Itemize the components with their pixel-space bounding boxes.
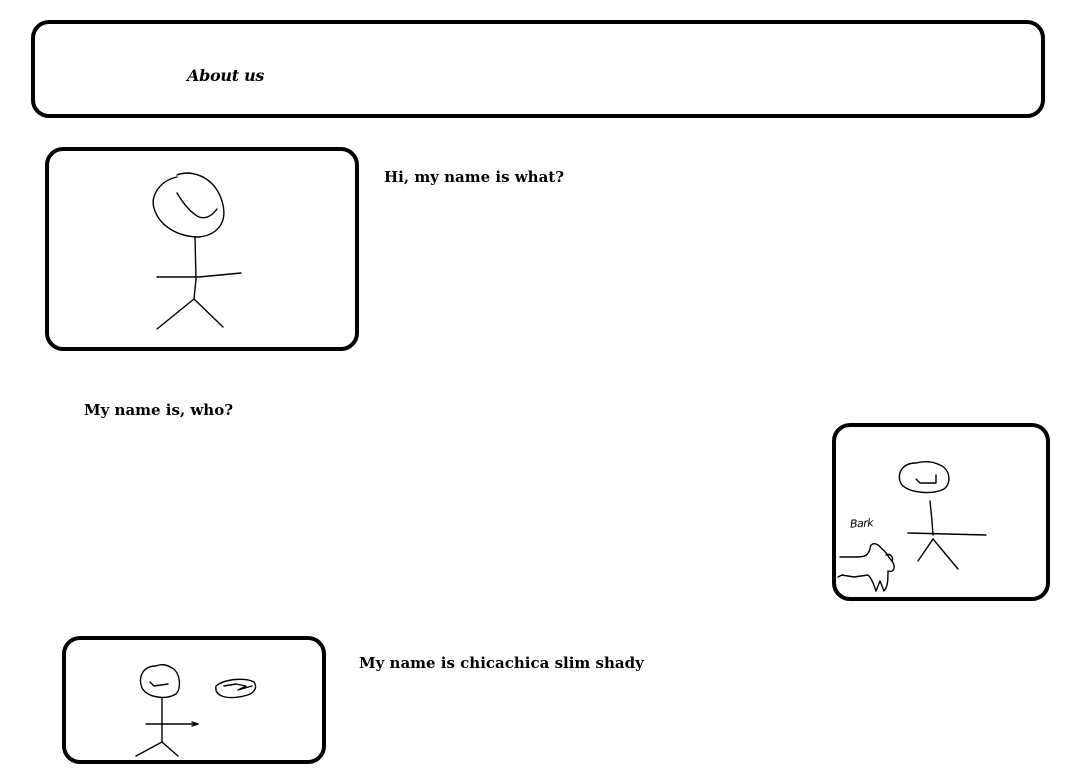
section-3-text: My name is chicachica slim shady	[359, 654, 644, 672]
stick-figure-with-object-drawing-icon	[135, 663, 257, 757]
dog-bark-label: Bark	[849, 516, 874, 531]
section-2-image: Bark	[832, 423, 1050, 601]
section-1-image	[45, 147, 359, 351]
section-1-text: Hi, my name is what?	[384, 168, 565, 186]
section-2-text: My name is, who?	[84, 401, 234, 419]
stick-figure-with-dog-drawing-icon	[837, 460, 987, 592]
page-title: About us	[187, 66, 265, 85]
section-3-image	[62, 636, 326, 764]
stick-figure-drawing-icon	[152, 172, 242, 330]
header-banner: About us	[31, 20, 1045, 118]
